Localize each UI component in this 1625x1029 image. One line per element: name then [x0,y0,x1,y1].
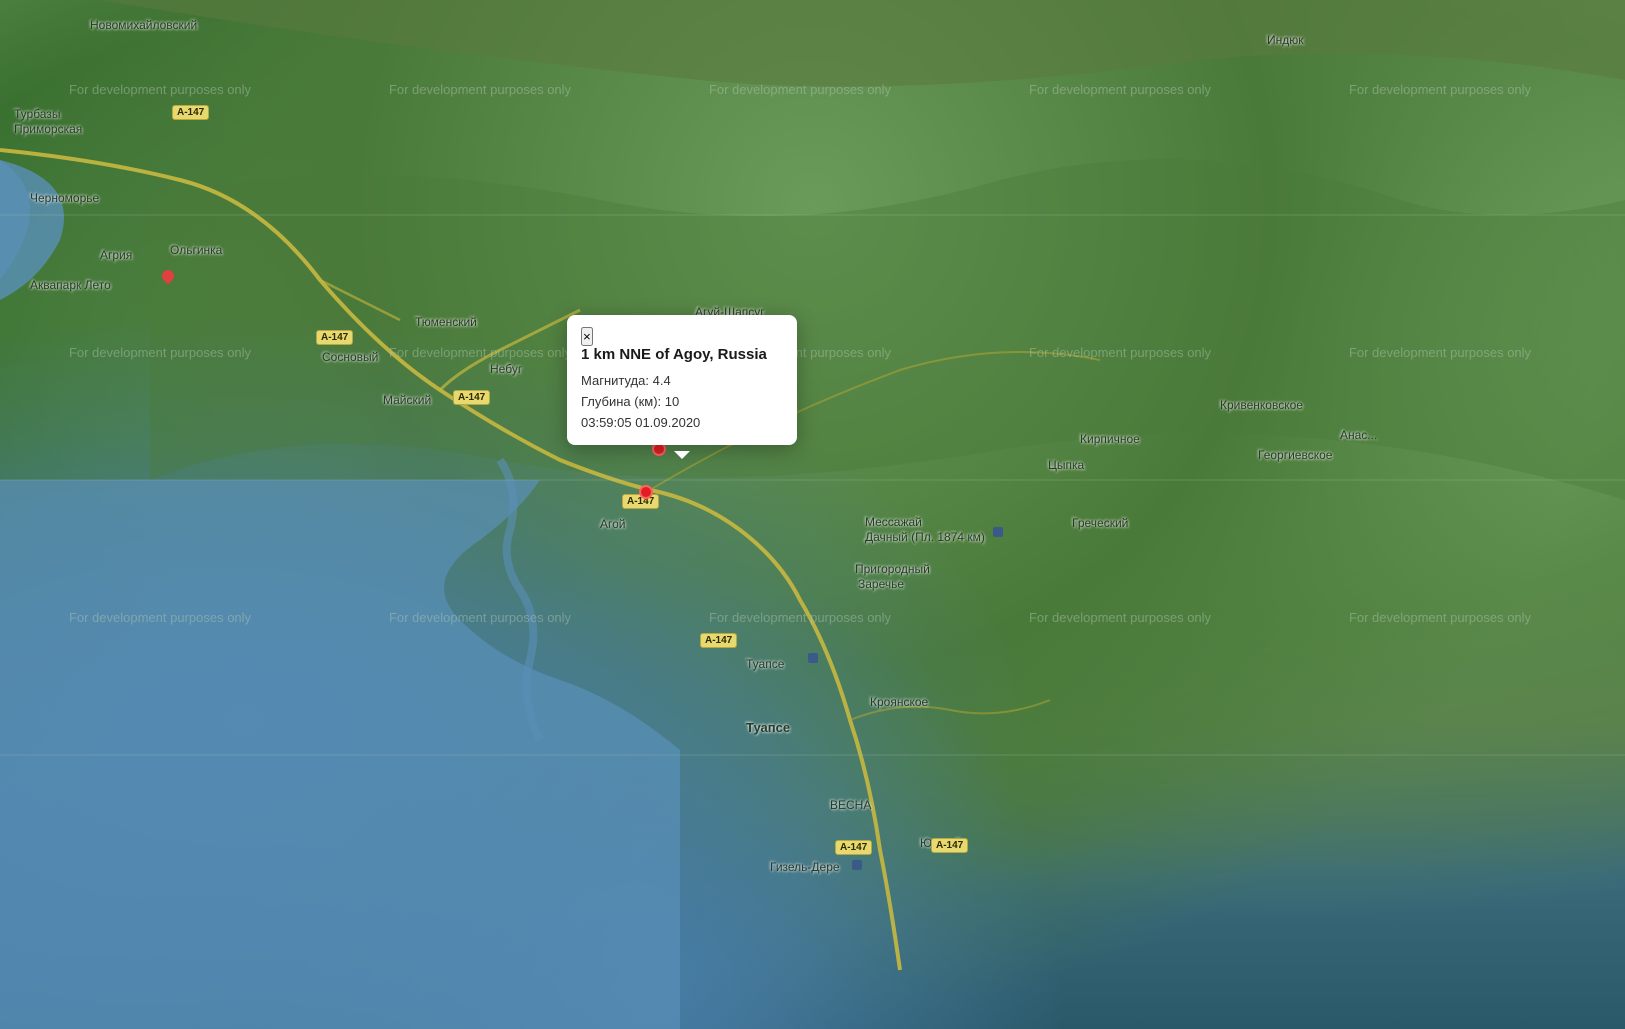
popup-magnitude: Магнитуда: 4.4 [581,371,783,392]
dachny-icon [993,527,1003,537]
tuapse-icon [808,653,818,663]
watermark-text: For development purposes only [0,610,320,625]
popup-title: 1 km NNE of Agoy, Russia [581,346,783,363]
depth-value: 10 [665,394,679,409]
gizel-icon [852,860,862,870]
popup-time: 03:59:05 01.09.2020 [581,413,783,434]
watermark-text: For development purposes only [1280,82,1600,97]
map-background [0,0,1625,1029]
watermark-text: For development purposes only [960,610,1280,625]
magnitude-value: 4.4 [653,373,671,388]
earthquake-marker-2[interactable] [639,485,653,499]
watermark-text: For development purposes only [320,610,640,625]
watermark-text: For development purposes only [1280,610,1600,625]
depth-label: Глубина (км): [581,394,661,409]
popup-close-button[interactable]: × [581,327,593,346]
watermark-text: For development purposes only [0,345,320,360]
watermark-text: For development purposes only [0,82,320,97]
map-container: For development purposes onlyFor develop… [0,0,1625,1029]
magnitude-label: Магнитуда: [581,373,649,388]
watermark-text: For development purposes only [960,82,1280,97]
watermark-text: For development purposes only [960,345,1280,360]
watermark-text: For development purposes only [640,82,960,97]
watermark-text: For development purposes only [320,82,640,97]
watermark-text: For development purposes only [1280,345,1600,360]
watermark-text: For development purposes only [640,610,960,625]
popup-depth: Глубина (км): 10 [581,392,783,413]
earthquake-popup: × 1 km NNE of Agoy, Russia Магнитуда: 4.… [567,315,797,445]
